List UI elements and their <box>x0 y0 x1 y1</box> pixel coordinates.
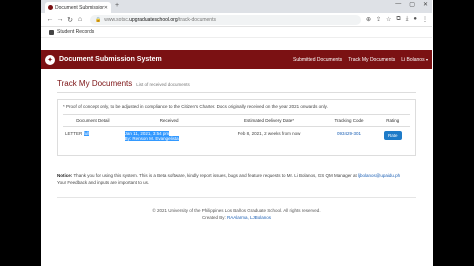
toolbar-icons: ⊕ ⇪ ☆ ⧉ ⤓ ● ⋮ <box>366 16 428 23</box>
profile-icon[interactable]: ● <box>413 16 417 23</box>
col-document-detail: Document Detail <box>63 114 123 127</box>
maximize-button[interactable]: ▢ <box>409 1 415 8</box>
tab-strip: Document Submission Sys ✕ + — ▢ ✕ <box>41 0 432 13</box>
site-header: ✦ Document Submission System Submitted D… <box>41 50 432 69</box>
close-window-button[interactable]: ✕ <box>423 1 428 8</box>
col-received: Received <box>122 114 216 127</box>
main-content: Track My Documents List of received docu… <box>41 79 432 222</box>
created-by-label: Created By: <box>201 215 226 221</box>
reload-icon[interactable]: ↻ <box>65 16 75 24</box>
cell-rating: Rate <box>376 127 411 146</box>
documents-table: Document Detail Received Estimated Deliv… <box>63 114 410 145</box>
col-estimated-delivery: Estimated Delivery Date* <box>215 114 323 127</box>
cell-delivery-date: Feb 8, 2021, 2 weeks from now <box>237 131 301 136</box>
lock-icon: 🔒 <box>95 16 102 23</box>
site-footer: © 2021 University of the Philippines Los… <box>57 207 416 222</box>
rate-button[interactable]: Rate <box>383 131 402 140</box>
browser-window: Document Submission Sys ✕ + — ▢ ✕ ← → ↻ … <box>41 0 432 266</box>
document-type: LETTER <box>65 131 83 136</box>
address-bar[interactable]: 🔒 www.sotsc. upgraduateschool.org/track-d… <box>90 14 361 25</box>
bookmarks-bar: Student Records <box>41 27 432 38</box>
notice-line2: Your Feedback and inputs are important t… <box>57 179 150 185</box>
user-name: Li Bolanos <box>401 56 425 63</box>
cell-document-detail: LETTER full <box>63 127 123 146</box>
page-subtitle: List of received documents <box>136 82 190 87</box>
menu-user[interactable]: Li Bolanos ▾ <box>401 57 428 63</box>
site-menu: Submitted Documents Track My Documents L… <box>293 57 428 63</box>
cell-tracking-code: 093429-301 <box>323 127 376 146</box>
home-icon[interactable]: ⌂ <box>75 16 85 23</box>
cell-received: Jan 11, 2021, 3:54 pm By: Renson M. Evan… <box>123 127 216 146</box>
table-row: LETTER full Jan 11, 2021, 3:54 pm By: Re… <box>63 127 410 146</box>
tab-title: Document Submission Sys <box>55 4 104 11</box>
close-tab-icon[interactable]: ✕ <box>104 5 108 11</box>
minimize-button[interactable]: — <box>395 1 401 8</box>
proof-of-concept-note: * Proof of concept only, to be adjusted … <box>63 104 328 109</box>
star-icon[interactable]: ☆ <box>386 16 391 23</box>
site-logo-icon[interactable]: ✦ <box>45 54 55 65</box>
menu-submitted-documents[interactable]: Submitted Documents <box>293 57 342 63</box>
notice-email-link[interactable]: ljbolanos@upaidu.ph <box>358 173 400 178</box>
page-title: Track My Documents <box>57 79 133 88</box>
right-letterbox <box>433 0 474 266</box>
new-tab-button[interactable]: + <box>115 2 119 9</box>
page-title-row: Track My Documents List of received docu… <box>57 79 416 88</box>
url-path: /track-documents <box>177 16 216 23</box>
forward-icon[interactable]: → <box>55 16 65 23</box>
footer-divider <box>57 196 416 198</box>
chevron-down-icon: ▾ <box>425 56 428 62</box>
left-letterbox <box>0 0 41 266</box>
tracking-code-link[interactable]: 093429-301 <box>337 131 361 136</box>
title-divider <box>57 92 416 93</box>
back-icon[interactable]: ← <box>45 16 55 23</box>
zoom-icon[interactable]: ⊕ <box>366 16 371 23</box>
favicon-icon <box>48 5 53 10</box>
col-tracking-code: Tracking Code <box>322 114 376 127</box>
notice-label: Notice: <box>57 173 73 178</box>
menu-icon[interactable]: ⋮ <box>422 16 428 23</box>
notice-text: Thank you for using this system. This is… <box>73 173 357 178</box>
extensions-icon[interactable]: ⧉ <box>396 16 400 23</box>
download-icon[interactable]: ⤓ <box>406 16 409 23</box>
site-brand[interactable]: Document Submission System <box>59 56 293 63</box>
menu-track-my-documents[interactable]: Track My Documents <box>348 57 395 63</box>
notice-block: Notice: Thank you for using this system.… <box>57 173 416 187</box>
created-by-authors[interactable]: RAAlarma, LJBolanos <box>227 215 271 220</box>
browser-toolbar: ← → ↻ ⌂ 🔒 www.sotsc. upgraduateschool.org… <box>41 13 432 27</box>
documents-card: * Proof of concept only, to be adjusted … <box>57 99 416 156</box>
window-controls: — ▢ ✕ <box>395 1 428 8</box>
browser-tab[interactable]: Document Submission Sys ✕ <box>45 2 111 13</box>
url-domain: upgraduateschool.org <box>129 16 178 23</box>
share-icon[interactable]: ⇪ <box>376 16 381 23</box>
bookmark-icon <box>49 29 54 35</box>
table-header-row: Document Detail Received Estimated Deliv… <box>63 114 410 127</box>
document-detail-selected: full <box>83 131 90 136</box>
received-by: By: Renson M. Evangelista <box>124 136 179 141</box>
footer-credits: Created By: RAAlarma, LJBolanos <box>57 214 416 222</box>
footer-copyright: © 2021 University of the Philippines Los… <box>152 207 321 213</box>
url-prefix: www.sotsc. <box>104 16 130 23</box>
col-rating: Rating <box>375 114 410 127</box>
bookmark-student-records[interactable]: Student Records <box>57 29 94 35</box>
